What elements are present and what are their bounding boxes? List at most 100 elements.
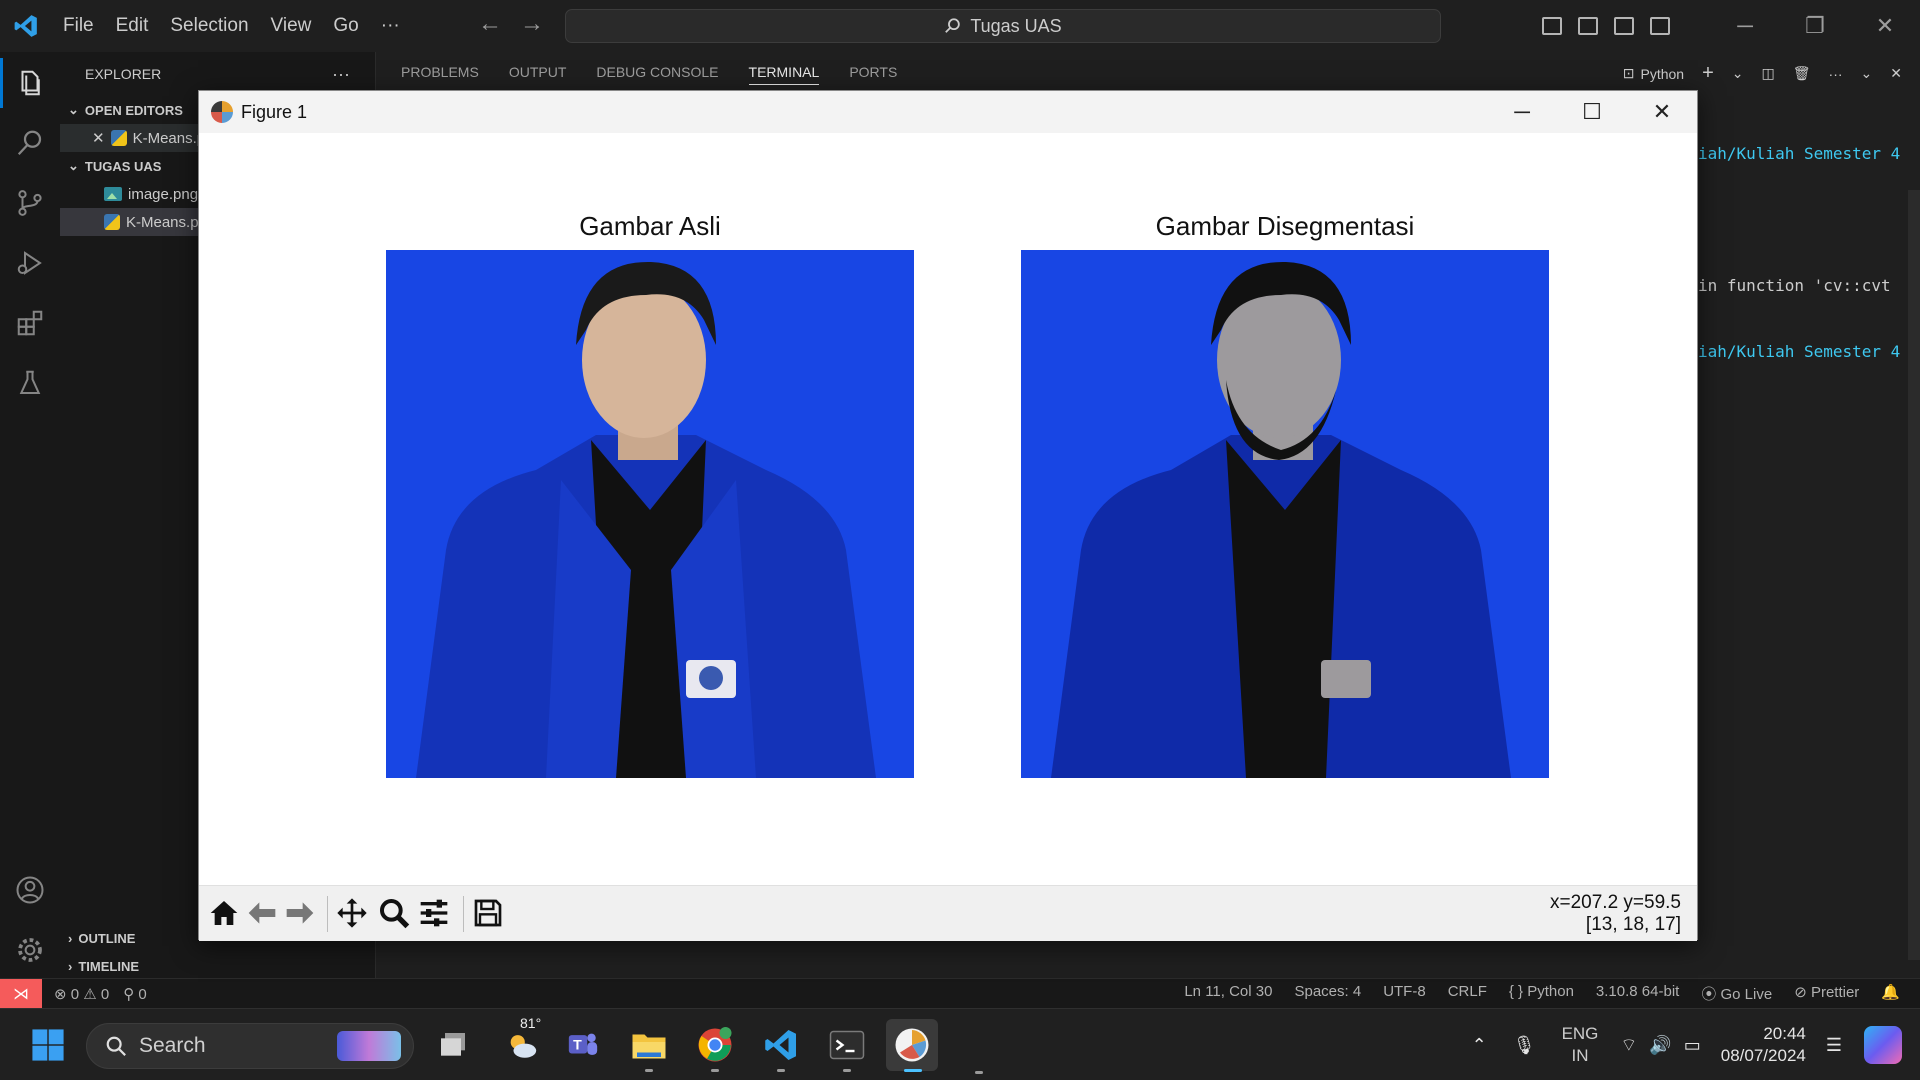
chevron-down-icon: ⌄ [68, 158, 79, 173]
settings-gear-icon[interactable] [10, 930, 50, 970]
notifications-icon[interactable]: ☰ [1826, 1035, 1842, 1056]
microphone-icon[interactable]: 🎙 [1513, 1035, 1536, 1056]
figure-canvas[interactable]: Gambar Asli Gambar Disegmentasi [199, 133, 1697, 875]
new-terminal-icon[interactable]: + [1702, 62, 1714, 85]
pan-icon[interactable] [333, 894, 371, 932]
ports-indicator[interactable]: ⚲ 0 [123, 985, 147, 1003]
go-live-button[interactable]: ⦿ Go Live [1701, 983, 1772, 1004]
nav-back-icon[interactable]: ← [478, 10, 502, 38]
search-highlight-icon [337, 1031, 401, 1061]
terminal-app-icon[interactable] [827, 1025, 867, 1065]
tab-problems[interactable]: PROBLEMS [401, 64, 479, 85]
windows-taskbar: Search 81° T ⌃ 🎙 ENG IN ⌔ 🔊 ▭ 20:44 08/0… [0, 1008, 1920, 1080]
command-center-search[interactable]: Tugas UAS [565, 9, 1441, 43]
menu-file[interactable]: File [52, 0, 105, 52]
terminal-profile[interactable]: ⊡ Python [1623, 65, 1684, 82]
tab-terminal[interactable]: TERMINAL [748, 64, 820, 85]
restore-button[interactable]: ❐ [1780, 13, 1850, 39]
search-icon[interactable] [10, 123, 50, 163]
figure-maximize-button[interactable]: ☐ [1557, 91, 1627, 133]
battery-icon[interactable]: ▭ [1684, 1035, 1701, 1056]
cursor-position[interactable]: Ln 11, Col 30 [1184, 983, 1272, 1004]
problems-indicator[interactable]: ⊗ 0 ⚠ 0 [54, 985, 109, 1003]
figure-close-button[interactable]: ✕ [1627, 91, 1697, 133]
encoding[interactable]: UTF-8 [1383, 983, 1426, 1004]
chevron-right-icon: › [68, 930, 73, 946]
vscode-taskbar-icon[interactable] [761, 1025, 801, 1065]
tab-debug-console[interactable]: DEBUG CONSOLE [596, 64, 718, 85]
toggle-secondary-sidebar-icon[interactable] [1614, 17, 1634, 35]
chrome-icon[interactable] [695, 1025, 735, 1065]
notifications-bell-icon[interactable]: 🔔 [1881, 983, 1900, 1004]
cursor-coordinates: x=207.2 y=59.5 [13, 18, 17] [1550, 892, 1681, 936]
wifi-icon[interactable]: ⌔ [1620, 1034, 1637, 1057]
remote-indicator-icon[interactable]: ⋊ [0, 978, 42, 1009]
segmented-image[interactable] [1021, 250, 1549, 778]
close-button[interactable]: ✕ [1850, 13, 1920, 39]
taskbar-search[interactable]: Search [86, 1023, 414, 1069]
zoom-icon[interactable] [375, 894, 413, 932]
chevron-down-icon[interactable]: ⌄ [1861, 65, 1873, 82]
nav-forward-icon[interactable]: → [520, 10, 544, 38]
date: 08/07/2024 [1720, 1046, 1806, 1065]
end-of-line[interactable]: CRLF [1448, 983, 1487, 1004]
indentation[interactable]: Spaces: 4 [1294, 983, 1361, 1004]
terminal-line: in function 'cv::cvt [1698, 276, 1891, 295]
windows-start-icon[interactable] [28, 1025, 68, 1065]
chevron-down-icon[interactable]: ⌄ [1732, 65, 1744, 82]
figure-minimize-button[interactable]: ─ [1487, 91, 1557, 133]
home-icon[interactable] [205, 894, 243, 932]
clock[interactable]: 20:44 08/07/2024 [1721, 1023, 1806, 1067]
extensions-icon[interactable] [10, 303, 50, 343]
close-panel-icon[interactable]: ✕ [1890, 65, 1902, 82]
menu-selection[interactable]: Selection [159, 0, 259, 52]
explorer-title: EXPLORER [85, 66, 162, 82]
explorer-more-actions[interactable]: ··· [332, 64, 350, 85]
matplotlib-taskbar-icon[interactable] [886, 1019, 938, 1071]
split-terminal-icon[interactable]: ◫ [1762, 65, 1775, 82]
toolbar-separator [327, 896, 328, 932]
configure-subplots-icon[interactable] [415, 894, 453, 932]
prettier-status[interactable]: ⊘ Prettier [1794, 983, 1859, 1004]
language-mode[interactable]: { } Python [1509, 983, 1574, 1004]
forward-arrow-icon[interactable] [281, 894, 319, 932]
more-actions-icon[interactable]: ··· [1829, 66, 1843, 82]
teams-icon[interactable]: T [563, 1025, 603, 1065]
menu-more[interactable]: ··· [370, 0, 411, 52]
customize-layout-icon[interactable] [1650, 17, 1670, 35]
original-image[interactable] [386, 250, 914, 778]
toggle-panel-icon[interactable] [1578, 17, 1598, 35]
toolbar-separator [463, 896, 464, 932]
source-control-icon[interactable] [10, 183, 50, 223]
file-explorer-icon[interactable] [629, 1025, 669, 1065]
weather-widget[interactable]: 81° [498, 1015, 546, 1065]
task-view-icon[interactable] [433, 1025, 473, 1065]
timeline-section[interactable]: › TIMELINE [60, 952, 376, 980]
terminal-line: iah/Kuliah Semester 4 [1698, 342, 1901, 361]
python-interpreter[interactable]: 3.10.8 64-bit [1596, 983, 1679, 1004]
figure-title: Figure 1 [241, 101, 308, 122]
menu-view[interactable]: View [260, 0, 323, 52]
save-icon[interactable] [469, 894, 507, 932]
language-indicator[interactable]: ENG IN [1562, 1023, 1599, 1067]
menu-edit[interactable]: Edit [105, 0, 160, 52]
explorer-icon[interactable] [10, 63, 50, 103]
pixel-value-readout: [13, 18, 17] [1585, 914, 1681, 935]
close-editor-icon[interactable]: ✕ [92, 129, 105, 147]
copilot-icon[interactable] [1864, 1026, 1902, 1064]
minimize-button[interactable]: ─ [1710, 13, 1780, 39]
accounts-icon[interactable] [10, 870, 50, 910]
chevron-up-icon[interactable]: ⌃ [1472, 1035, 1487, 1056]
testing-flask-icon[interactable] [10, 363, 50, 403]
menu-go[interactable]: Go [322, 0, 369, 52]
back-arrow-icon[interactable] [243, 894, 281, 932]
run-debug-icon[interactable] [10, 243, 50, 283]
tab-ports[interactable]: PORTS [849, 64, 897, 85]
running-indicator [645, 1069, 653, 1072]
toggle-primary-sidebar-icon[interactable] [1542, 17, 1562, 35]
tab-output[interactable]: OUTPUT [509, 64, 567, 85]
status-bar: ⋊ ⊗ 0 ⚠ 0 ⚲ 0 Ln 11, Col 30 Spaces: 4 UT… [0, 978, 1920, 1009]
terminal-scrollbar[interactable] [1908, 190, 1920, 960]
trash-icon[interactable]: 🗑 [1793, 65, 1811, 82]
volume-icon[interactable]: 🔊 [1649, 1035, 1671, 1056]
